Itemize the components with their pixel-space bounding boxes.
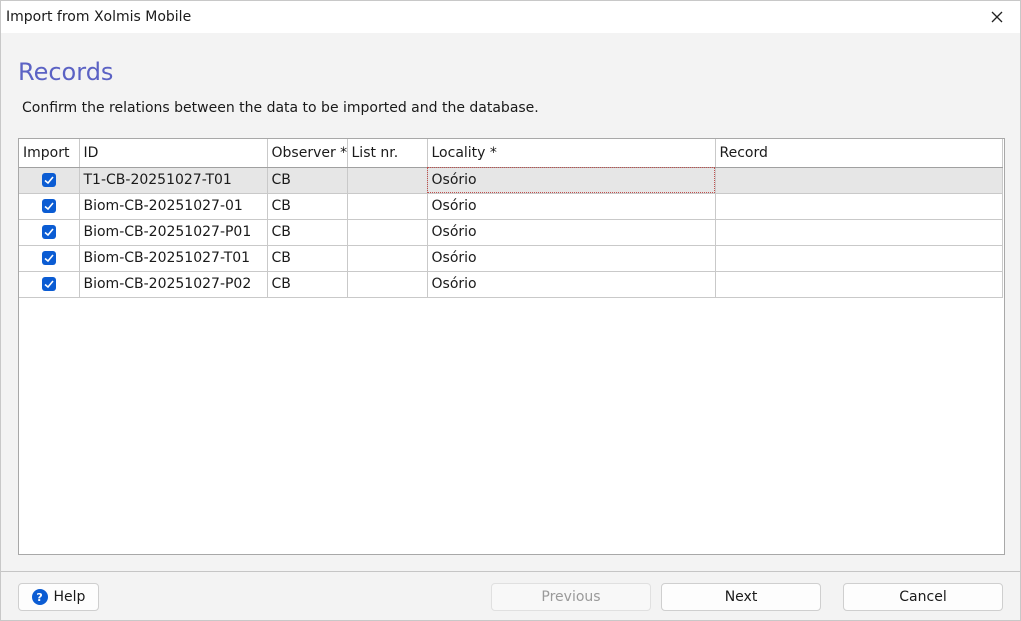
column-header-record[interactable]: Record [715, 139, 1003, 168]
record-cell[interactable] [715, 167, 1003, 194]
observer-cell[interactable]: CB [267, 193, 348, 220]
records-grid[interactable]: Import ID Observer * List nr. Locality *… [18, 138, 1005, 555]
help-icon: ? [31, 589, 48, 605]
locality-cell[interactable]: Osório [427, 167, 716, 194]
next-button[interactable]: Next [661, 583, 821, 611]
import-cell[interactable] [19, 219, 80, 246]
close-button[interactable] [974, 1, 1020, 33]
import-cell[interactable] [19, 167, 80, 194]
column-header-list-nr[interactable]: List nr. [347, 139, 428, 168]
import-cell[interactable] [19, 245, 80, 272]
observer-cell[interactable]: CB [267, 245, 348, 272]
record-cell[interactable] [715, 193, 1003, 220]
close-icon [991, 11, 1003, 23]
list-nr-cell[interactable] [347, 219, 428, 246]
table-row[interactable]: T1-CB-20251027-T01 CB Osório [19, 167, 1003, 194]
checkmark-icon [44, 280, 54, 289]
locality-cell[interactable]: Osório [427, 219, 716, 246]
next-button-label: Next [724, 589, 758, 605]
record-cell[interactable] [715, 219, 1003, 246]
page-description: Confirm the relations between the data t… [22, 100, 539, 116]
id-cell[interactable]: Biom-CB-20251027-T01 [79, 245, 268, 272]
table-row[interactable]: Biom-CB-20251027-T01 CB Osório [19, 245, 1003, 272]
observer-cell[interactable]: CB [267, 167, 348, 194]
id-cell[interactable]: T1-CB-20251027-T01 [79, 167, 268, 194]
table-row[interactable]: Biom-CB-20251027-P02 CB Osório [19, 271, 1003, 298]
locality-cell[interactable]: Osório [427, 193, 716, 220]
help-button-label: Help [53, 589, 86, 605]
window-title: Import from Xolmis Mobile [6, 9, 192, 25]
button-bar: ? Help Previous Next Cancel [1, 571, 1020, 620]
column-header-locality[interactable]: Locality * [427, 139, 716, 168]
list-nr-cell[interactable] [347, 167, 428, 194]
locality-cell[interactable]: Osório [427, 245, 716, 272]
checkmark-icon [44, 228, 54, 237]
import-checkbox[interactable] [41, 173, 56, 187]
column-header-observer[interactable]: Observer * [267, 139, 348, 168]
list-nr-cell[interactable] [347, 193, 428, 220]
cancel-button[interactable]: Cancel [843, 583, 1003, 611]
title-bar: Import from Xolmis Mobile [1, 1, 1020, 33]
observer-cell[interactable]: CB [267, 219, 348, 246]
import-cell[interactable] [19, 193, 80, 220]
import-checkbox[interactable] [41, 251, 56, 265]
checkmark-icon [44, 202, 54, 211]
previous-button-label: Previous [541, 589, 601, 605]
import-dialog: Import from Xolmis Mobile Records Confir… [0, 0, 1021, 621]
page-title: Records [18, 58, 114, 86]
id-cell[interactable]: Biom-CB-20251027-P01 [79, 219, 268, 246]
id-cell[interactable]: Biom-CB-20251027-P02 [79, 271, 268, 298]
previous-button[interactable]: Previous [491, 583, 651, 611]
list-nr-cell[interactable] [347, 245, 428, 272]
observer-cell[interactable]: CB [267, 271, 348, 298]
table-row[interactable]: Biom-CB-20251027-01 CB Osório [19, 193, 1003, 220]
column-header-import[interactable]: Import [19, 139, 80, 168]
id-cell[interactable]: Biom-CB-20251027-01 [79, 193, 268, 220]
checkmark-icon [44, 254, 54, 263]
checkmark-icon [44, 176, 54, 185]
import-cell[interactable] [19, 271, 80, 298]
import-checkbox[interactable] [41, 225, 56, 239]
import-checkbox[interactable] [41, 199, 56, 213]
record-cell[interactable] [715, 245, 1003, 272]
import-checkbox[interactable] [41, 277, 56, 291]
header-row: Import ID Observer * List nr. Locality *… [19, 139, 1003, 168]
list-nr-cell[interactable] [347, 271, 428, 298]
help-button[interactable]: ? Help [18, 583, 99, 611]
column-header-id[interactable]: ID [79, 139, 268, 168]
cancel-button-label: Cancel [899, 589, 947, 605]
table-row[interactable]: Biom-CB-20251027-P01 CB Osório [19, 219, 1003, 246]
records-table: Import ID Observer * List nr. Locality *… [19, 139, 1003, 298]
locality-cell[interactable]: Osório [427, 271, 716, 298]
record-cell[interactable] [715, 271, 1003, 298]
